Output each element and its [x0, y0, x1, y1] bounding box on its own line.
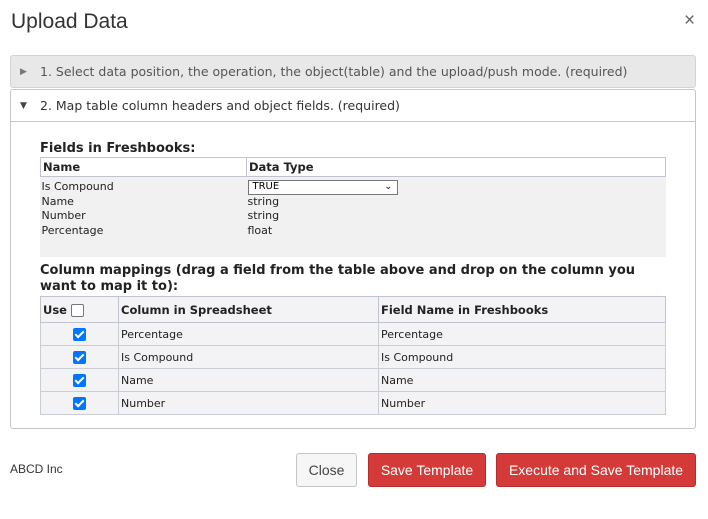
field-name: Is Compound — [41, 179, 114, 193]
fields-header-name: Name — [40, 157, 247, 177]
field-header: Field Name in Freshbooks — [378, 296, 666, 323]
spreadsheet-column: Is Compound — [118, 345, 379, 369]
select-value: TRUE — [252, 181, 280, 192]
table-row: Percentage Percentage — [40, 322, 666, 346]
row-checkbox[interactable] — [73, 327, 86, 341]
use-cell — [40, 322, 119, 346]
mappings-title-line1: Column mappings (drag a field from the t… — [40, 263, 636, 278]
close-button[interactable]: Close — [296, 453, 357, 487]
field-type: string — [247, 194, 280, 208]
freshbooks-field: Percentage — [378, 322, 666, 346]
freshbooks-field: Is Compound — [378, 345, 666, 369]
save-template-button[interactable]: Save Template — [368, 453, 486, 487]
field-type: float — [247, 223, 273, 237]
table-row: Name string — [41, 195, 666, 210]
field-type-cell: TRUE ⌄ — [247, 177, 666, 195]
spreadsheet-column: Name — [118, 368, 379, 392]
use-header: Use — [40, 296, 119, 323]
step1-accordion-header[interactable]: ▶ 1. Select data position, the operation… — [10, 55, 696, 88]
table-row: Is Compound TRUE ⌄ — [41, 177, 666, 195]
triangle-down-icon: ▼ — [20, 100, 27, 111]
close-icon[interactable]: × — [684, 10, 695, 32]
is-compound-select[interactable]: TRUE ⌄ — [247, 179, 398, 195]
mappings-title-line2: want to map it to): — [40, 279, 179, 294]
fields-section-title: Fields in Freshbooks: — [40, 141, 196, 156]
mappings-table: Use Column in Spreadsheet Field Name in … — [40, 296, 666, 415]
fields-header-type: Data Type — [246, 157, 666, 177]
step2-label: 2. Map table column headers and object f… — [40, 98, 400, 113]
spreadsheet-column: Number — [118, 391, 379, 415]
use-cell — [40, 391, 119, 415]
table-row: Name Name — [40, 368, 666, 392]
field-name: Number — [41, 209, 86, 223]
row-checkbox[interactable] — [73, 350, 86, 364]
chevron-down-icon: ⌄ — [384, 181, 393, 192]
column-header: Column in Spreadsheet — [118, 296, 379, 323]
select-all-checkbox[interactable] — [71, 303, 84, 317]
table-row: Number Number — [40, 391, 666, 415]
table-row: Percentage float — [41, 224, 666, 239]
step2-accordion-header[interactable]: ▼ 2. Map table column headers and object… — [11, 90, 695, 122]
table-row: Number string — [41, 209, 666, 224]
triangle-right-icon: ▶ — [20, 66, 27, 77]
freshbooks-field: Name — [378, 368, 666, 392]
row-checkbox[interactable] — [73, 373, 86, 387]
field-name: Percentage — [41, 223, 104, 237]
fields-table: Name Data Type Is Compound TRUE ⌄ Name s… — [40, 157, 666, 238]
table-row: Is Compound Is Compound — [40, 345, 666, 369]
freshbooks-field: Number — [378, 391, 666, 415]
field-type: string — [247, 209, 280, 223]
mappings-table-header: Use Column in Spreadsheet Field Name in … — [40, 296, 666, 323]
use-cell — [40, 345, 119, 369]
use-cell — [40, 368, 119, 392]
spreadsheet-column: Percentage — [118, 322, 379, 346]
execute-and-save-template-button[interactable]: Execute and Save Template — [496, 453, 696, 487]
row-checkbox[interactable] — [73, 396, 86, 410]
use-header-label: Use — [43, 302, 67, 317]
dialog-title: Upload Data — [11, 10, 128, 33]
company-name: ABCD Inc — [10, 462, 63, 476]
fields-table-header: Name Data Type — [40, 157, 666, 177]
step1-label: 1. Select data position, the operation, … — [40, 64, 628, 79]
field-name: Name — [41, 194, 74, 208]
